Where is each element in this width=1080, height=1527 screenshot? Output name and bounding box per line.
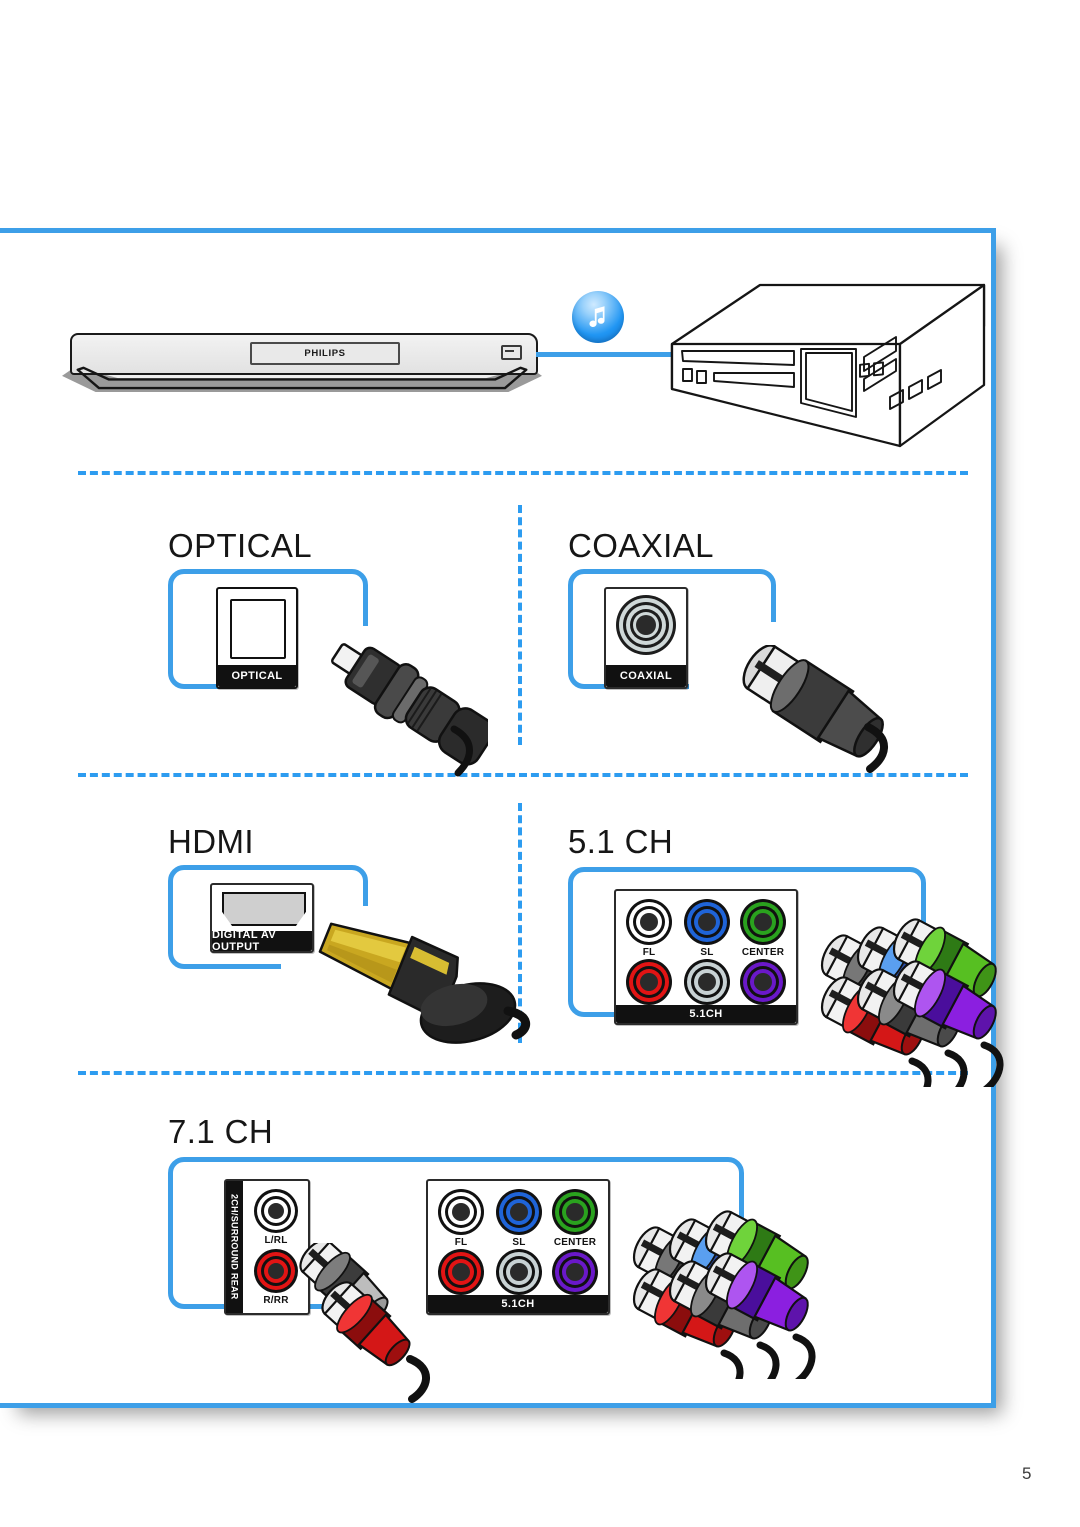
- optical-port-plate: OPTICAL: [216, 587, 298, 689]
- rca-label-r-rr: R/RR: [263, 1295, 289, 1306]
- soundbar-device: PHILIPS: [62, 333, 542, 393]
- section-title-ch51: 5.1 CH: [568, 823, 674, 860]
- av-receiver-drawing: [670, 283, 986, 448]
- rca-jack-subwoofer: [740, 959, 786, 1005]
- ch71-plate-label: 5.1CH: [501, 1298, 535, 1310]
- rca-jack-fr: [626, 959, 672, 1005]
- optical-port-icon: [230, 599, 286, 659]
- rca-label-sl: SL: [700, 947, 714, 958]
- ch71-rear-strip-text: 2CH/SURROUND REAR: [229, 1194, 240, 1300]
- device-row: PHILIPS: [0, 233, 996, 471]
- rca-jack-center: [740, 899, 786, 945]
- page-frame: PHILIPS OPTICAL OPTICAL COAXIAL COAXIAL …: [0, 228, 1004, 1408]
- ch51-plate-label-bar: 5.1CH: [616, 1005, 796, 1023]
- hdmi-port-plate: DIGITAL AV OUTPUT: [210, 883, 314, 953]
- optical-port-label: OPTICAL: [231, 670, 283, 682]
- soundbar-outline: [76, 366, 528, 390]
- section-title-coaxial: COAXIAL: [568, 527, 714, 564]
- section-ch51: 5.1 CH FL SL CENTER 5.1CH: [568, 823, 1004, 1109]
- av-receiver-device: [668, 281, 988, 451]
- rca-jack-sl: [684, 899, 730, 945]
- section-title-optical: OPTICAL: [168, 527, 313, 564]
- section-hdmi: HDMI DIGITAL AV OUTPUT: [168, 823, 530, 1055]
- ch51-port-plate: FL SL CENTER 5.1CH: [614, 889, 798, 1025]
- coaxial-port-label: COAXIAL: [619, 670, 673, 682]
- rca71-jack-fl: [438, 1189, 484, 1235]
- page-number: 5: [1022, 1464, 1032, 1483]
- coaxial-rca-plug-icon: [728, 644, 908, 775]
- music-note-icon: [572, 291, 624, 343]
- section-title-ch71: 7.1 CH: [168, 1113, 274, 1150]
- rca-jack-r-rr: [254, 1249, 298, 1293]
- rca71-jack-subwoofer: [552, 1249, 598, 1295]
- hdmi-plug-icon: [316, 917, 546, 1057]
- ch51-plate-label: 5.1CH: [689, 1008, 723, 1020]
- rca71-jack-sr: [496, 1249, 542, 1295]
- rca71-jack-fr: [438, 1249, 484, 1295]
- hdmi-port-icon: [222, 892, 306, 926]
- hdmi-port-label-bar: DIGITAL AV OUTPUT: [212, 929, 312, 953]
- rca71-label-sl: SL: [512, 1237, 526, 1248]
- section-coaxial: COAXIAL COAXIAL: [568, 527, 898, 773]
- section-title-hdmi: HDMI: [168, 823, 254, 860]
- connection-line: [536, 352, 678, 357]
- rca-jack-l-rl: [254, 1189, 298, 1233]
- coaxial-port-plate: COAXIAL: [604, 587, 688, 689]
- rca71-jack-center: [552, 1189, 598, 1235]
- divider-col-1: [518, 505, 522, 745]
- rca-label-l-rl: L/RL: [264, 1235, 288, 1246]
- rca-plug-bundle-icon-71: [628, 1209, 838, 1401]
- toslink-optical-plug-icon: [308, 637, 495, 777]
- section-optical: OPTICAL OPTICAL: [168, 527, 498, 777]
- section-ch71: 7.1 CH 2CH/SURROUND REAR L/RL R/RR FL SL…: [168, 1113, 816, 1403]
- hdmi-port-label: DIGITAL AV OUTPUT: [212, 929, 277, 953]
- rca-label-center: CENTER: [741, 947, 785, 958]
- coaxial-port-label-bar: COAXIAL: [606, 665, 686, 687]
- ch71-plate-label-bar: 5.1CH: [428, 1295, 608, 1313]
- rca-label-fl: FL: [642, 947, 656, 958]
- rca-jack-sr: [684, 959, 730, 1005]
- rca71-label-center: CENTER: [553, 1237, 597, 1248]
- rca-plug-bundle-icon: [816, 917, 1026, 1109]
- optical-port-label-bar: OPTICAL: [218, 665, 296, 687]
- ch71-port-plate: FL SL CENTER 5.1CH: [426, 1179, 610, 1315]
- rca71-jack-sl: [496, 1189, 542, 1235]
- coaxial-port-icon: [616, 595, 676, 655]
- rca-jack-fl: [626, 899, 672, 945]
- divider-row-1: [78, 471, 968, 475]
- rca71-label-fl: FL: [454, 1237, 468, 1248]
- ch71-rear-strip-label: 2CH/SURROUND REAR: [226, 1181, 243, 1313]
